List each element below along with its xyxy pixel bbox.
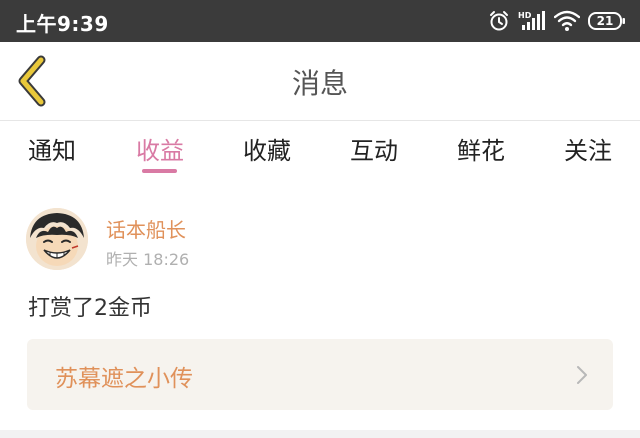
status-time: 上午9:39 bbox=[16, 12, 109, 36]
sender-name[interactable]: 话本船长 bbox=[106, 214, 186, 243]
tab-bar: 通知 收益 收藏 互动 鲜花 关注 bbox=[0, 121, 640, 177]
tab-interactions[interactable]: 互动 bbox=[324, 131, 424, 166]
alarm-icon bbox=[488, 10, 510, 32]
tab-notifications[interactable]: 通知 bbox=[2, 131, 102, 166]
message-card: 话本船长 昨天 18:26 打赏了2金币 苏幕遮之小传 bbox=[0, 178, 640, 430]
chevron-right-icon bbox=[575, 364, 589, 390]
tab-following[interactable]: 关注 bbox=[538, 131, 638, 166]
tab-earnings[interactable]: 收益 bbox=[110, 131, 210, 166]
back-button[interactable] bbox=[10, 54, 62, 108]
avatar[interactable] bbox=[26, 208, 88, 270]
status-bar: 上午9:39 HD 21 bbox=[0, 0, 640, 42]
message-time: 昨天 18:26 bbox=[106, 250, 190, 269]
wifi-icon bbox=[554, 10, 580, 32]
svg-text:HD: HD bbox=[518, 11, 532, 20]
battery-icon: 21 bbox=[588, 12, 626, 30]
nav-bar: 消息 bbox=[0, 42, 640, 121]
section-divider bbox=[0, 430, 640, 438]
tab-flowers[interactable]: 鲜花 bbox=[431, 131, 531, 166]
status-icons: HD 21 bbox=[488, 9, 626, 33]
chevron-left-icon bbox=[10, 55, 62, 112]
battery-level: 21 bbox=[596, 14, 614, 28]
book-title: 苏幕遮之小传 bbox=[55, 366, 193, 392]
page-title: 消息 bbox=[291, 67, 348, 100]
book-link[interactable]: 苏幕遮之小传 bbox=[27, 339, 613, 410]
message-text: 打赏了2金币 bbox=[28, 296, 152, 321]
active-tab-indicator bbox=[142, 169, 177, 173]
hd-signal-icon: HD bbox=[518, 10, 546, 32]
tab-favorites[interactable]: 收藏 bbox=[217, 131, 317, 166]
